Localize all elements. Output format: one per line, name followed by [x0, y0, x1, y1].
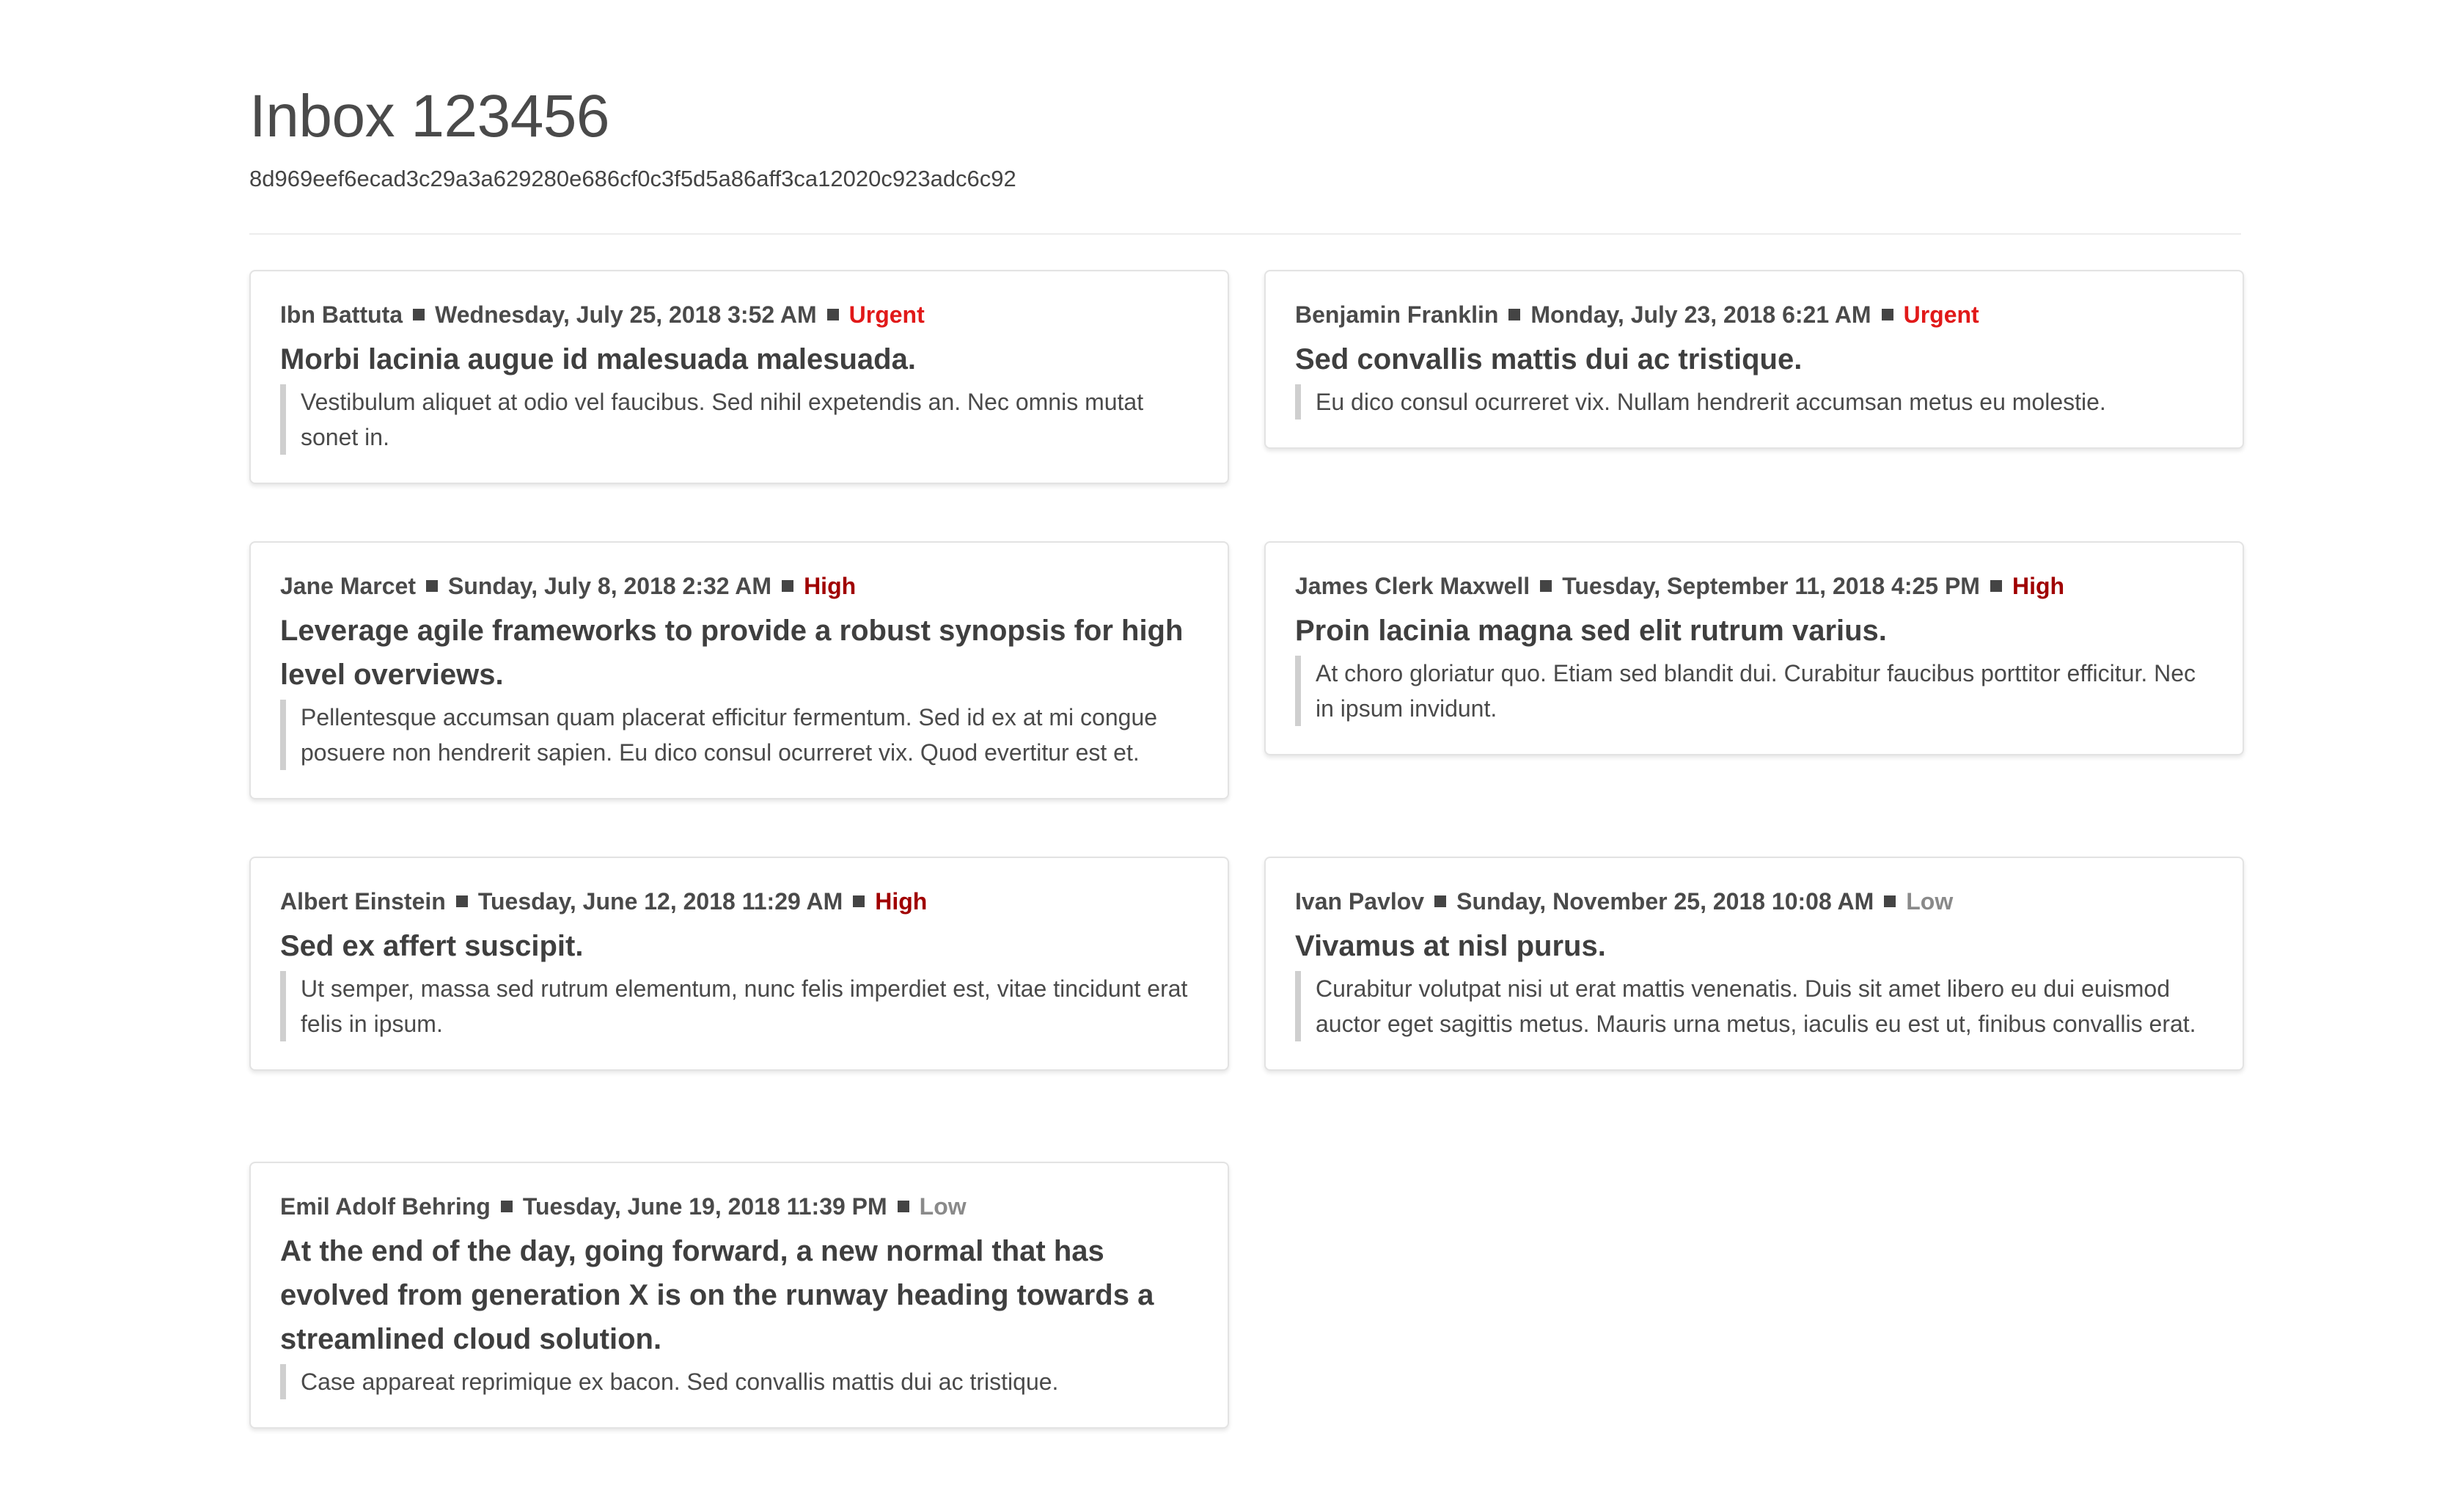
message-snippet: Eu dico consul ocurreret vix. Nullam hen…: [1295, 384, 2213, 420]
message-sender: Benjamin Franklin: [1295, 301, 1499, 328]
priority-badge: High: [875, 888, 928, 915]
separator-square-icon: [1990, 580, 2002, 592]
message-snippet: Vestibulum aliquet at odio vel faucibus.…: [280, 384, 1198, 455]
message-snippet: Pellentesque accumsan quam placerat effi…: [280, 700, 1198, 770]
inbox-page: Inbox 123456 8d969eef6ecad3c29a3a629280e…: [249, 0, 2241, 241]
message-meta: Albert Einstein Tuesday, June 12, 2018 11…: [280, 886, 1198, 917]
message-snippet: Ut semper, massa sed rutrum elementum, n…: [280, 971, 1198, 1041]
priority-badge: Low: [1906, 888, 1954, 915]
message-sender: Jane Marcet: [280, 573, 416, 599]
message-date: Tuesday, June 19, 2018 11:39 PM: [522, 1193, 887, 1220]
message-subject[interactable]: At the end of the day, going forward, a …: [280, 1229, 1198, 1361]
message-card[interactable]: Ivan Pavlov Sunday, November 25, 2018 10:…: [1264, 857, 2244, 1071]
separator-square-icon: [897, 1201, 909, 1212]
priority-badge: High: [804, 573, 857, 599]
inbox-id: 8d969eef6ecad3c29a3a629280e686cf0c3f5d5a…: [249, 166, 1016, 191]
message-meta: Jane Marcet Sunday, July 8, 2018 2:32 AM H…: [280, 571, 1198, 601]
separator-square-icon: [853, 895, 865, 907]
message-date: Tuesday, September 11, 2018 4:25 PM: [1562, 573, 1980, 599]
separator-square-icon: [425, 580, 438, 592]
priority-badge: Urgent: [848, 301, 925, 328]
message-meta: Ibn Battuta Wednesday, July 25, 2018 3:52…: [280, 299, 1198, 330]
priority-badge: High: [2012, 573, 2065, 599]
message-date: Monday, July 23, 2018 6:21 AM: [1530, 301, 1871, 328]
message-snippet: Curabitur volutpat nisi ut erat mattis v…: [1295, 971, 2213, 1041]
message-card[interactable]: Benjamin Franklin Monday, July 23, 2018 6…: [1264, 270, 2244, 449]
separator-square-icon: [1540, 580, 1552, 592]
message-sender: Ivan Pavlov: [1295, 888, 1425, 915]
message-date: Tuesday, June 12, 2018 11:29 AM: [477, 888, 843, 915]
header-divider: [249, 233, 2241, 235]
message-subject[interactable]: Vivamus at nisl purus.: [1295, 924, 2213, 968]
message-meta: James Clerk Maxwell Tuesday, September 11…: [1295, 571, 2213, 601]
message-sender: James Clerk Maxwell: [1295, 573, 1530, 599]
separator-square-icon: [1508, 309, 1521, 320]
separator-square-icon: [1434, 895, 1447, 907]
message-card[interactable]: James Clerk Maxwell Tuesday, September 11…: [1264, 541, 2244, 755]
message-meta: Benjamin Franklin Monday, July 23, 2018 6…: [1295, 299, 2213, 330]
separator-square-icon: [1881, 309, 1893, 320]
message-snippet: Case appareat reprimique ex bacon. Sed c…: [280, 1364, 1198, 1399]
separator-square-icon: [1884, 895, 1896, 907]
message-card[interactable]: Albert Einstein Tuesday, June 12, 2018 11…: [249, 857, 1229, 1071]
message-snippet: At choro gloriatur quo. Etiam sed blandi…: [1295, 656, 2213, 726]
separator-square-icon: [500, 1201, 513, 1212]
separator-square-icon: [782, 580, 794, 592]
message-date: Wednesday, July 25, 2018 3:52 AM: [435, 301, 817, 328]
separator-square-icon: [455, 895, 468, 907]
message-meta: Emil Adolf Behring Tuesday, June 19, 2018…: [280, 1191, 1198, 1222]
message-sender: Ibn Battuta: [280, 301, 403, 328]
separator-square-icon: [413, 309, 425, 320]
message-meta: Ivan Pavlov Sunday, November 25, 2018 10:…: [1295, 886, 2213, 917]
message-card[interactable]: Emil Adolf Behring Tuesday, June 19, 2018…: [249, 1162, 1229, 1429]
message-subject[interactable]: Sed convallis mattis dui ac tristique.: [1295, 337, 2213, 381]
priority-badge: Low: [919, 1193, 967, 1220]
message-card[interactable]: Ibn Battuta Wednesday, July 25, 2018 3:52…: [249, 270, 1229, 484]
priority-badge: Urgent: [1903, 301, 1979, 328]
message-subject[interactable]: Proin lacinia magna sed elit rutrum vari…: [1295, 609, 2213, 653]
page-title: Inbox 123456: [249, 83, 610, 150]
message-date: Sunday, November 25, 2018 10:08 AM: [1456, 888, 1874, 915]
message-subject[interactable]: Leverage agile frameworks to provide a r…: [280, 609, 1198, 697]
message-sender: Albert Einstein: [280, 888, 446, 915]
separator-square-icon: [826, 309, 839, 320]
message-date: Sunday, July 8, 2018 2:32 AM: [447, 573, 772, 599]
message-sender: Emil Adolf Behring: [280, 1193, 491, 1220]
message-card[interactable]: Jane Marcet Sunday, July 8, 2018 2:32 AM H…: [249, 541, 1229, 799]
message-subject[interactable]: Morbi lacinia augue id malesuada malesua…: [280, 337, 1198, 381]
message-subject[interactable]: Sed ex affert suscipit.: [280, 924, 1198, 968]
